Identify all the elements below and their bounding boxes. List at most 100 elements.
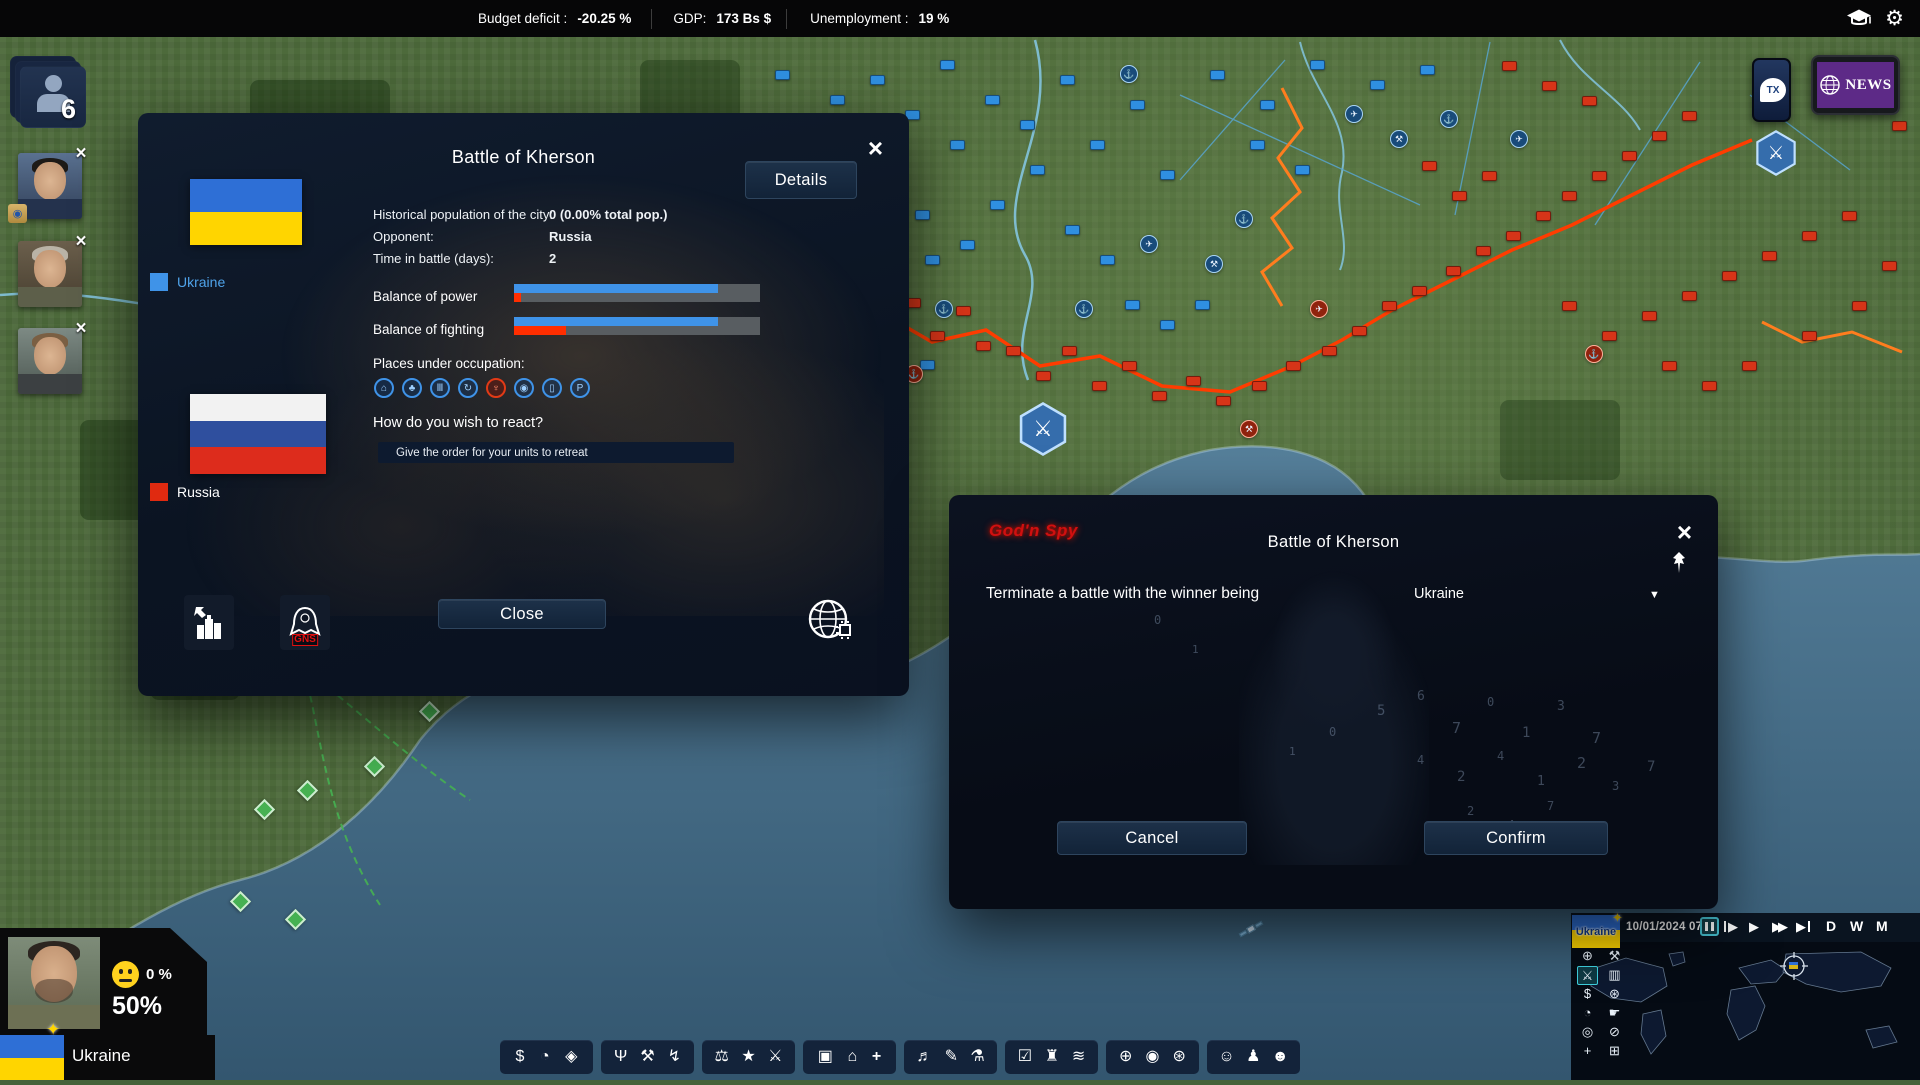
group-icon[interactable]: ☻ — [1272, 1049, 1289, 1065]
enemy-unit-marker[interactable] — [1062, 346, 1077, 356]
friendly-unit-marker[interactable] — [775, 70, 790, 80]
enemy-unit-marker[interactable] — [1562, 191, 1577, 201]
factory-icon[interactable]: ⚒ — [640, 1049, 654, 1065]
friendly-unit-marker[interactable] — [1090, 140, 1105, 150]
ballot-icon[interactable]: ☑ — [1018, 1049, 1032, 1065]
enemy-unit-marker[interactable] — [930, 331, 945, 341]
enemy-unit-marker[interactable] — [1286, 361, 1301, 371]
god-n-spy-button[interactable]: GNS — [280, 595, 330, 650]
winner-dropdown[interactable]: Ukraine — [1369, 586, 1509, 602]
retreat-option[interactable]: Give the order for your units to retreat — [378, 442, 734, 463]
enemy-unit-marker[interactable] — [1682, 111, 1697, 121]
enemy-unit-marker[interactable] — [1702, 381, 1717, 391]
resource-diamond-marker[interactable] — [297, 780, 318, 801]
briefcase-icon[interactable]: ▣ — [818, 1049, 833, 1065]
city-poi-icon[interactable]: ✈ — [1510, 130, 1528, 148]
handshake-icon[interactable]: ⊛ — [1173, 1049, 1186, 1065]
enemy-unit-marker[interactable] — [1122, 361, 1137, 371]
enemy-unit-marker[interactable] — [1412, 286, 1427, 296]
city-poi-icon[interactable]: ⚒ — [1205, 255, 1223, 273]
occupied-poi-icon[interactable]: ⚒ — [1240, 420, 1258, 438]
friendly-unit-marker[interactable] — [990, 200, 1005, 210]
news-tablet[interactable]: NEWS — [1811, 55, 1900, 115]
energy-icon[interactable]: ↯ — [668, 1049, 681, 1065]
handshake-icon[interactable]: ⊛ — [1604, 985, 1625, 1004]
resource-diamond-marker[interactable] — [285, 909, 306, 930]
education-icon[interactable]: ✎ — [945, 1049, 958, 1065]
enemy-unit-marker[interactable] — [1722, 271, 1737, 281]
enemy-unit-marker[interactable] — [1152, 391, 1167, 401]
enemy-unit-marker[interactable] — [1802, 231, 1817, 241]
health-cross-icon[interactable]: + — [872, 1049, 881, 1065]
city-poi-icon[interactable]: ⚓ — [1075, 300, 1093, 318]
play-button[interactable]: ▶ — [1749, 917, 1759, 936]
friendly-unit-marker[interactable] — [1125, 300, 1140, 310]
dollar-icon[interactable]: $ — [1577, 985, 1598, 1004]
city-poi-icon[interactable]: ⚓ — [1120, 65, 1138, 83]
close-icon[interactable]: × — [1677, 519, 1692, 545]
enemy-unit-marker[interactable] — [1036, 371, 1051, 381]
globe-icon[interactable]: ⊕ — [1119, 1049, 1132, 1065]
capitol-icon[interactable]: ♜ — [1045, 1049, 1059, 1065]
enemy-unit-marker[interactable] — [1006, 346, 1021, 356]
enemy-unit-marker[interactable] — [1592, 171, 1607, 181]
enemy-unit-marker[interactable] — [1422, 161, 1437, 171]
friendly-unit-marker[interactable] — [1420, 65, 1435, 75]
weapon-icon[interactable]: ⚔ — [768, 1049, 782, 1065]
friendly-unit-marker[interactable] — [1260, 100, 1275, 110]
gauge-icon[interactable]: ◔ — [1577, 1004, 1598, 1023]
hand-icon[interactable]: ☛ — [1604, 1004, 1625, 1023]
enemy-unit-marker[interactable] — [1382, 301, 1397, 311]
close-icon[interactable]: × — [868, 135, 883, 161]
city-poi-icon[interactable]: ⚓ — [1235, 210, 1253, 228]
resource-diamond-marker[interactable] — [364, 756, 385, 777]
occupied-poi-icon[interactable]: ⚓ — [1585, 345, 1603, 363]
close-icon[interactable]: × — [72, 146, 90, 164]
money-bag-icon[interactable]: ◈ — [565, 1049, 577, 1065]
enemy-unit-marker[interactable] — [1622, 151, 1637, 161]
occupied-poi-icon[interactable]: ✈ — [1310, 300, 1328, 318]
city-poi-icon[interactable]: ✈ — [1140, 235, 1158, 253]
pause-button[interactable] — [1700, 917, 1719, 936]
enemy-unit-marker[interactable] — [1652, 131, 1667, 141]
enemy-unit-marker[interactable] — [1642, 311, 1657, 321]
friendly-unit-marker[interactable] — [1370, 80, 1385, 90]
research-icon[interactable]: ⚗ — [970, 1049, 984, 1065]
resource-diamond-marker[interactable] — [254, 799, 275, 820]
friendly-unit-marker[interactable] — [1065, 225, 1080, 235]
enemy-unit-marker[interactable] — [1542, 81, 1557, 91]
enemy-unit-marker[interactable] — [956, 306, 971, 316]
tutorial-cap-icon[interactable] — [1846, 7, 1872, 30]
friendly-unit-marker[interactable] — [1160, 170, 1175, 180]
buildings-icon[interactable]: ⌂ — [848, 1049, 858, 1065]
friendly-unit-marker[interactable] — [1195, 300, 1210, 310]
enemy-unit-marker[interactable] — [1842, 211, 1857, 221]
police-badge-icon[interactable]: ★ — [741, 1049, 755, 1065]
scales-icon[interactable]: ⚖ — [714, 1049, 728, 1065]
enemy-unit-marker[interactable] — [1476, 246, 1491, 256]
confirm-button[interactable]: Confirm — [1424, 821, 1608, 855]
theater-masks-icon[interactable]: ♬ — [916, 1049, 932, 1065]
friendly-unit-marker[interactable] — [1295, 165, 1310, 175]
enemy-unit-marker[interactable] — [1762, 251, 1777, 261]
close-button[interactable]: Close — [438, 599, 606, 629]
enemy-unit-marker[interactable] — [1352, 326, 1367, 336]
cancel-button[interactable]: Cancel — [1057, 821, 1247, 855]
step-button[interactable]: ▶ — [1724, 917, 1738, 936]
enemy-unit-marker[interactable] — [1452, 191, 1467, 201]
resource-diamond-marker[interactable] — [419, 701, 440, 722]
globe-icon[interactable]: ⊕ — [1577, 947, 1598, 966]
pending-advisors-stack[interactable]: 6 — [20, 66, 86, 128]
friendly-unit-marker[interactable] — [915, 210, 930, 220]
grid-icon[interactable]: ⊞ — [1604, 1042, 1625, 1061]
banknote-icon[interactable]: $ — [516, 1049, 525, 1065]
enemy-unit-marker[interactable] — [1216, 396, 1231, 406]
close-icon[interactable]: × — [72, 234, 90, 252]
enemy-unit-marker[interactable] — [1446, 266, 1461, 276]
speaker-icon[interactable]: ♟ — [1246, 1049, 1260, 1065]
enter-city-button[interactable] — [184, 595, 234, 650]
close-icon[interactable]: × — [72, 321, 90, 339]
target-icon[interactable]: ◎ — [1577, 1023, 1598, 1042]
friendly-unit-marker[interactable] — [870, 75, 885, 85]
friendly-unit-marker[interactable] — [940, 60, 955, 70]
